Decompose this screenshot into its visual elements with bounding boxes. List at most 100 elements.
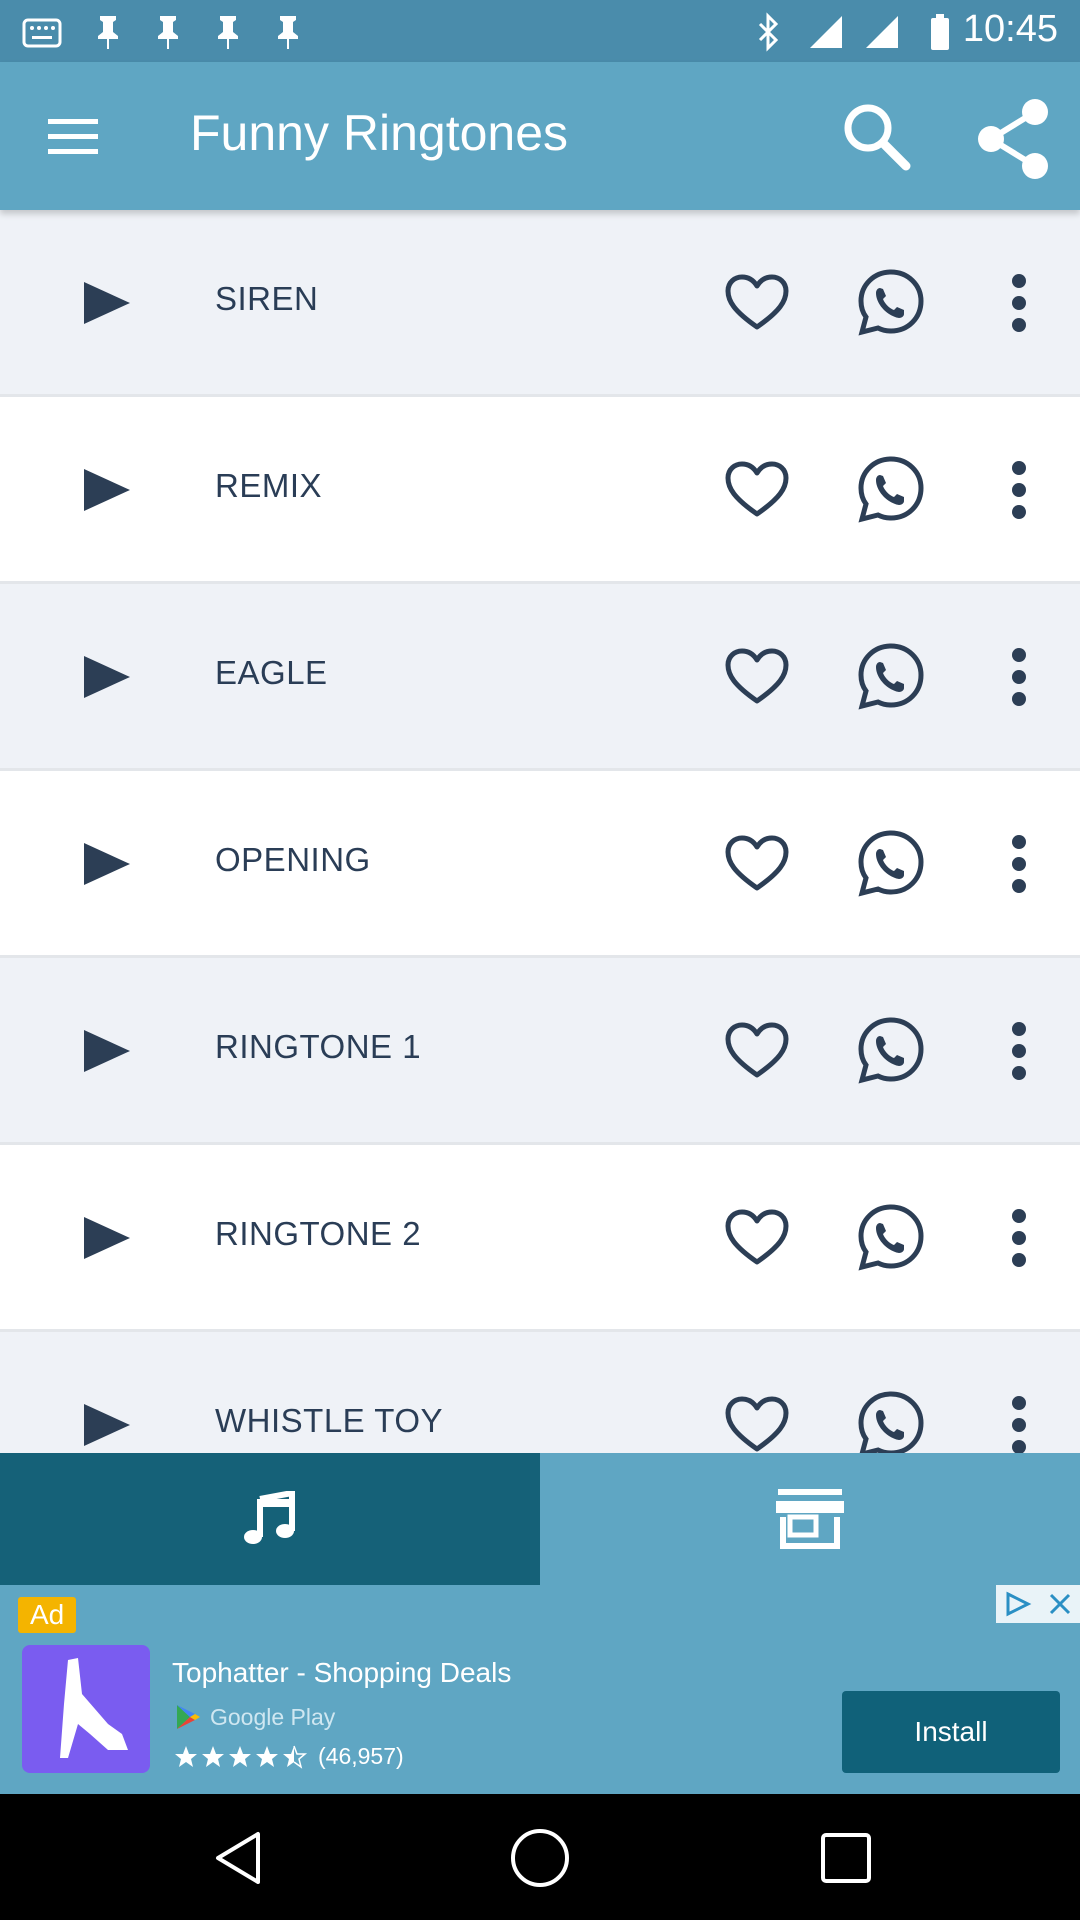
play-button[interactable] [70,1203,144,1273]
list-item[interactable]: RINGTONE 2 [0,1145,1080,1332]
bluetooth-icon [758,12,779,52]
google-play-icon [177,1705,200,1729]
app-bar: Funny Ringtones [0,62,1080,210]
favorite-button[interactable] [718,453,796,527]
more-options-button[interactable] [1002,453,1036,527]
play-button[interactable] [70,1390,144,1453]
favorite-button[interactable] [718,640,796,714]
battery-icon [931,14,949,50]
phone-call-icon [858,830,924,897]
navigation-bar [0,1794,1080,1920]
signal-icon [866,16,898,48]
home-button[interactable] [508,1826,572,1890]
ad-choices[interactable] [996,1585,1080,1623]
heart-icon [725,648,789,704]
set-ringtone-button[interactable] [854,640,928,714]
play-icon [84,469,130,511]
pin-icon [278,16,298,49]
more-options-button[interactable] [1002,1388,1036,1453]
ringtone-name: RINGTONE 2 [215,1215,422,1252]
tab-ringtones[interactable] [0,1453,540,1585]
set-ringtone-button[interactable] [854,453,928,527]
more-vertical-icon [1012,648,1026,706]
ringtone-list[interactable]: SIREN REMIX EAGLE OPENING RINGTONE 1 RIN… [0,210,1080,1453]
phone-call-icon [858,643,924,710]
more-options-button[interactable] [1002,640,1036,714]
search-button[interactable] [836,96,916,176]
pin-icon [98,16,118,49]
favorite-button[interactable] [718,1201,796,1275]
ad-store-name: Google Play [210,1703,336,1730]
menu-button[interactable] [40,106,106,166]
more-options-button[interactable] [1002,266,1036,340]
play-button[interactable] [70,642,144,712]
home-icon [511,1829,569,1887]
notification-icon [22,18,62,48]
set-ringtone-button[interactable] [854,827,928,901]
list-item[interactable]: WHISTLE TOY [0,1332,1080,1453]
tab-store[interactable] [540,1453,1080,1585]
list-item[interactable]: EAGLE [0,584,1080,771]
set-ringtone-button[interactable] [854,1201,928,1275]
play-button[interactable] [70,1016,144,1086]
ringtone-name: RINGTONE 1 [215,1028,422,1065]
recents-button[interactable] [814,1826,878,1890]
ad-label: Ad [18,1597,77,1633]
more-vertical-icon [1012,1022,1026,1080]
phone-call-icon [858,1391,924,1453]
pin-icon [218,16,238,49]
list-item[interactable]: REMIX [0,397,1080,584]
hamburger-menu-icon [48,119,98,154]
more-options-button[interactable] [1002,1014,1036,1088]
back-button[interactable] [206,1826,270,1890]
phone-call-icon [858,269,924,336]
music-note-icon [244,1491,295,1544]
more-options-button[interactable] [1002,827,1036,901]
set-ringtone-button[interactable] [854,1014,928,1088]
list-item[interactable]: SIREN [0,210,1080,397]
set-ringtone-button[interactable] [854,1388,928,1453]
search-icon [844,104,911,171]
signal-icon [810,16,842,48]
ringtone-name: REMIX [215,467,323,504]
favorite-button[interactable] [718,1014,796,1088]
more-vertical-icon [1012,1396,1026,1453]
store-icon [776,1489,844,1549]
ad-title: Tophatter - Shopping Deals [172,1657,512,1688]
ad-app-icon[interactable] [22,1645,150,1773]
ringtone-name: SIREN [215,280,319,317]
set-ringtone-button[interactable] [854,266,928,340]
ad-rating: (46,957) [174,1743,404,1770]
recents-icon [821,1833,871,1883]
high-heel-icon [60,1658,128,1758]
heart-icon [725,1209,789,1265]
list-item[interactable]: OPENING [0,771,1080,958]
status-time: 10:45 [962,8,1058,50]
heart-icon [725,835,789,891]
more-options-button[interactable] [1002,1201,1036,1275]
phone-call-icon [858,1204,924,1271]
more-vertical-icon [1012,274,1026,332]
install-button[interactable]: Install [842,1691,1060,1773]
heart-icon [725,274,789,330]
play-icon [84,1404,130,1446]
close-icon[interactable] [1047,1591,1073,1617]
bottom-tabs [0,1453,1080,1585]
more-vertical-icon [1012,835,1026,893]
play-button[interactable] [70,455,144,525]
share-button[interactable] [970,96,1056,182]
play-button[interactable] [70,829,144,899]
status-bar: 10:45 [0,0,1080,62]
ad-banner[interactable]: Ad Tophatter - Shopping Deals Google Pla… [0,1585,1080,1794]
phone-call-icon [858,456,924,523]
favorite-button[interactable] [718,266,796,340]
page-title: Funny Ringtones [190,105,569,161]
favorite-button[interactable] [718,1388,796,1453]
play-button[interactable] [70,268,144,338]
play-icon [84,1030,130,1072]
ringtone-name: EAGLE [215,654,328,691]
ad-rating-count: (46,957) [318,1743,404,1769]
favorite-button[interactable] [718,827,796,901]
list-item[interactable]: RINGTONE 1 [0,958,1080,1145]
ad-choices-icon [1006,1591,1031,1617]
